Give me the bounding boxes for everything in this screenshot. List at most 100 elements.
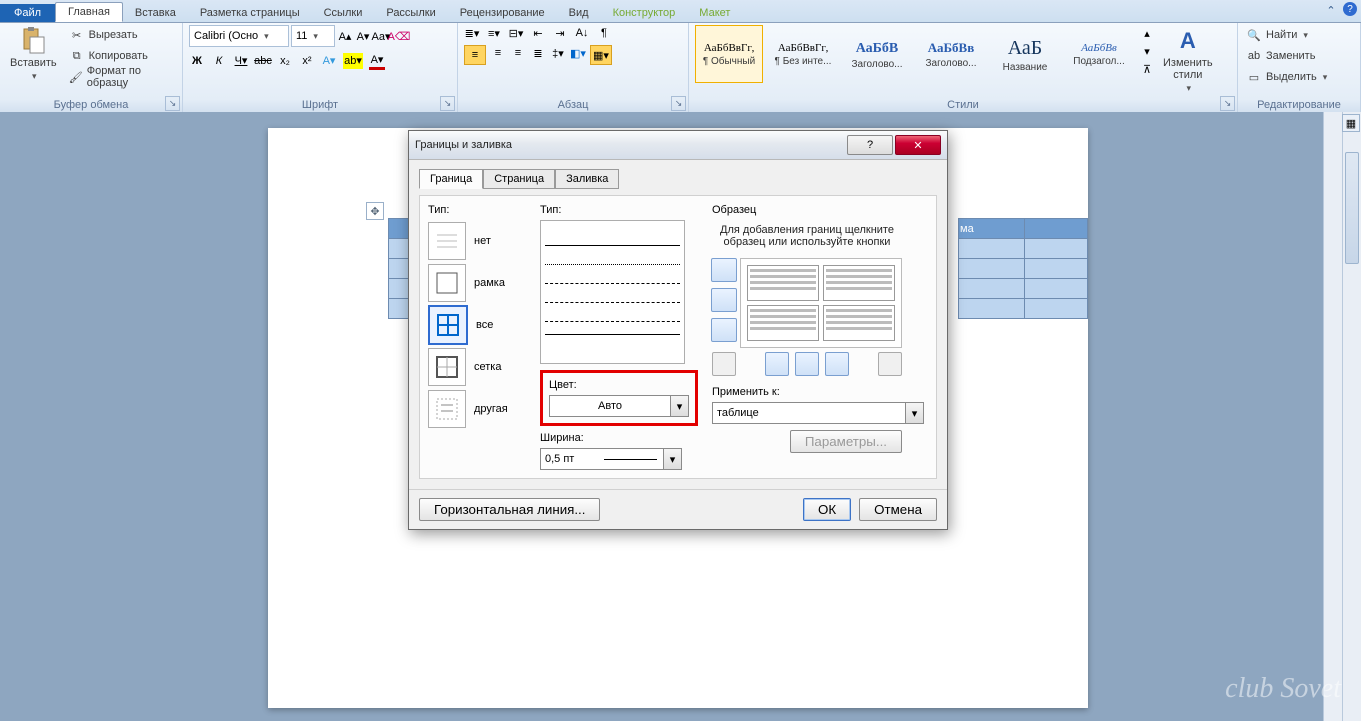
color-combo[interactable]: Авто▾ — [549, 395, 689, 417]
font-size-combo[interactable]: 11▾ — [291, 25, 335, 47]
bullets-icon[interactable]: ≣▾ — [464, 25, 480, 41]
strike-icon[interactable]: abc — [255, 53, 271, 69]
group-editing-label: Редактирование — [1244, 98, 1354, 113]
apply-to-combo[interactable]: таблице▾ — [712, 402, 924, 424]
scrollbar-thumb[interactable] — [1345, 152, 1359, 264]
format-painter-button[interactable]: 🖌Формат по образцу — [67, 67, 176, 87]
numbering-icon[interactable]: ≡▾ — [486, 25, 502, 41]
cut-button[interactable]: ✂Вырезать — [67, 25, 176, 45]
underline-icon[interactable]: Ч▾ — [233, 53, 249, 69]
select-button[interactable]: ▭Выделить▾ — [1244, 67, 1329, 87]
preview-diag1-button[interactable] — [712, 352, 736, 376]
preview-right-border-button[interactable] — [825, 352, 849, 376]
preview-hmid-border-button[interactable] — [711, 288, 737, 312]
preview-bottom-border-button[interactable] — [711, 318, 737, 342]
tab-references[interactable]: Ссылки — [312, 4, 375, 22]
styles-down-icon[interactable]: ▾ — [1139, 43, 1155, 59]
copy-button[interactable]: ⧉Копировать — [67, 46, 176, 66]
width-combo[interactable]: 0,5 пт▾ — [540, 448, 682, 470]
preview-left-border-button[interactable] — [765, 352, 789, 376]
ruler-vertical[interactable] — [1323, 112, 1342, 721]
dialog-titlebar[interactable]: Границы и заливка ? ✕ — [409, 131, 947, 160]
tab-insert[interactable]: Вставка — [123, 4, 188, 22]
cancel-button[interactable]: Отмена — [859, 498, 937, 521]
preview-vmid-border-button[interactable] — [795, 352, 819, 376]
style-normal[interactable]: АаБбВвГг,¶ Обычный — [695, 25, 763, 83]
clear-format-icon[interactable]: A⌫ — [391, 28, 407, 44]
sort-icon[interactable]: A↓ — [574, 25, 590, 41]
type-grid[interactable]: сетка — [428, 346, 528, 388]
shrink-font-icon[interactable]: A▾ — [355, 28, 371, 44]
dialog-tab-border[interactable]: Граница — [419, 169, 483, 189]
styles-up-icon[interactable]: ▴ — [1139, 25, 1155, 41]
change-styles-button[interactable]: A Изменить стили▾ — [1159, 25, 1217, 96]
font-color-icon[interactable]: A▾ — [369, 51, 385, 70]
clipboard-launcher[interactable]: ↘ — [165, 96, 180, 111]
type-box[interactable]: рамка — [428, 262, 528, 304]
italic-icon[interactable]: К — [211, 53, 227, 69]
preview-top-border-button[interactable] — [711, 258, 737, 282]
text-effects-icon[interactable]: A▾ — [321, 53, 337, 69]
tab-mailings[interactable]: Рассылки — [374, 4, 447, 22]
apply-to-label: Применить к: — [712, 386, 902, 398]
find-button[interactable]: 🔍Найти▾ — [1244, 25, 1310, 45]
font-launcher[interactable]: ↘ — [440, 96, 455, 111]
line-style-label: Тип: — [540, 204, 700, 216]
shading-icon[interactable]: ◧▾ — [570, 45, 586, 61]
tab-page-layout[interactable]: Разметка страницы — [188, 4, 312, 22]
dedent-icon[interactable]: ⇤ — [530, 25, 546, 41]
style-heading2[interactable]: АаБбВвЗаголово... — [917, 25, 985, 83]
tab-table-design[interactable]: Конструктор — [601, 4, 688, 22]
justify-icon[interactable]: ≣ — [530, 45, 546, 61]
dialog-tab-page[interactable]: Страница — [483, 169, 555, 189]
style-title[interactable]: АаБНазвание — [991, 25, 1059, 83]
bg-table-right[interactable]: ма — [958, 218, 1088, 319]
paste-button[interactable]: Вставить ▾ — [6, 25, 61, 84]
multilevel-icon[interactable]: ⊟▾ — [508, 25, 524, 41]
group-clipboard-label: Буфер обмена — [6, 98, 176, 113]
styles-more-icon[interactable]: ⊼ — [1139, 61, 1155, 77]
align-right-icon[interactable]: ≡ — [510, 45, 526, 61]
table-move-handle[interactable]: ✥ — [366, 202, 384, 220]
grow-font-icon[interactable]: A▴ — [337, 28, 353, 44]
tab-review[interactable]: Рецензирование — [448, 4, 557, 22]
subscript-icon[interactable]: x₂ — [277, 53, 293, 69]
ok-button[interactable]: ОК — [803, 498, 851, 521]
help-icon[interactable]: ? — [1343, 2, 1357, 16]
line-style-list[interactable] — [540, 220, 685, 364]
scissors-icon: ✂ — [69, 27, 85, 43]
show-marks-icon[interactable]: ¶ — [596, 25, 612, 41]
style-no-spacing[interactable]: АаБбВвГг,¶ Без инте... — [769, 25, 837, 83]
tab-view[interactable]: Вид — [557, 4, 601, 22]
align-center-icon[interactable]: ≡ — [490, 45, 506, 61]
dialog-help-button[interactable]: ? — [847, 135, 893, 155]
font-name-combo[interactable]: Calibri (Осно▾ — [189, 25, 289, 47]
tab-table-layout[interactable]: Макет — [687, 4, 742, 22]
type-all[interactable]: все — [428, 304, 528, 346]
dialog-close-button[interactable]: ✕ — [895, 135, 941, 155]
type-none[interactable]: нет — [428, 220, 528, 262]
para-launcher[interactable]: ↘ — [671, 96, 686, 111]
dialog-tab-fill[interactable]: Заливка — [555, 169, 619, 189]
preview-canvas[interactable] — [740, 258, 902, 348]
indent-icon[interactable]: ⇥ — [552, 25, 568, 41]
tab-file[interactable]: Файл — [0, 4, 55, 22]
tab-home[interactable]: Главная — [55, 2, 123, 22]
replace-button[interactable]: abЗаменить — [1244, 46, 1317, 66]
style-heading1[interactable]: АаБбВЗаголово... — [843, 25, 911, 83]
ruler-toggle-icon[interactable]: ▦ — [1342, 114, 1360, 132]
align-left-icon[interactable]: ≡ — [464, 45, 486, 65]
line-spacing-icon[interactable]: ‡▾ — [550, 45, 566, 61]
group-clipboard: Вставить ▾ ✂Вырезать ⧉Копировать 🖌Формат… — [0, 23, 183, 113]
highlight-icon[interactable]: ab▾ — [343, 53, 363, 69]
horizontal-line-button[interactable]: Горизонтальная линия... — [419, 498, 600, 521]
superscript-icon[interactable]: x² — [299, 53, 315, 69]
bold-icon[interactable]: Ж — [189, 53, 205, 69]
scrollbar-vertical[interactable] — [1342, 112, 1361, 721]
preview-diag2-button[interactable] — [878, 352, 902, 376]
style-subtitle[interactable]: АаБбВвПодзагол... — [1065, 25, 1133, 83]
borders-icon[interactable]: ▦▾ — [590, 45, 612, 65]
type-custom[interactable]: другая — [428, 388, 528, 430]
styles-launcher[interactable]: ↘ — [1220, 96, 1235, 111]
ribbon-minimize-icon[interactable]: ⌃ — [1323, 2, 1339, 18]
